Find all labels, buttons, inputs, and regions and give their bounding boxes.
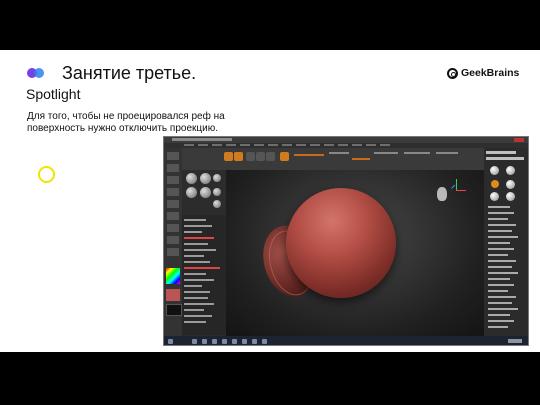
alpha-icon[interactable] <box>200 187 211 198</box>
os-taskbar <box>164 336 528 345</box>
orientation-head-icon[interactable] <box>437 187 447 201</box>
texture-swatch[interactable] <box>166 304 182 316</box>
color-picker[interactable] <box>166 268 180 284</box>
app-screenshot <box>163 136 529 346</box>
spotlight-menu <box>182 215 226 335</box>
viewport-canvas[interactable] <box>226 170 484 336</box>
tool-thumb-icon[interactable] <box>506 192 515 201</box>
scale-button[interactable] <box>256 152 265 161</box>
taskbar-clock <box>508 339 522 343</box>
rgb-intensity-slider[interactable] <box>294 154 324 156</box>
top-toolbar <box>164 148 528 171</box>
brush-icon[interactable] <box>213 174 221 182</box>
move-button[interactable] <box>246 152 255 161</box>
title-bullet-icon <box>27 68 45 78</box>
taskbar-app-icon[interactable] <box>192 339 197 344</box>
taskbar-app-icon[interactable] <box>202 339 207 344</box>
geekbrains-logo-icon <box>447 67 458 79</box>
slide-subtitle: Spotlight <box>26 86 81 102</box>
axis-z-icon <box>451 184 459 193</box>
taskbar-app-icon[interactable] <box>212 339 217 344</box>
tool-thumb-icon[interactable] <box>490 166 499 175</box>
rotate-button[interactable] <box>266 152 275 161</box>
spotlight-highlight-ring <box>38 166 55 183</box>
taskbar-app-icon[interactable] <box>242 339 247 344</box>
brush-icon[interactable] <box>186 173 197 184</box>
brand-logo: GeekBrains <box>447 67 519 79</box>
left-shelf <box>164 148 182 336</box>
stroke-icon[interactable] <box>186 187 197 198</box>
slide: Занятие третье. GeekBrains Spotlight Для… <box>0 50 540 352</box>
taskbar-app-icon[interactable] <box>222 339 227 344</box>
draw-button[interactable] <box>234 152 243 161</box>
material-swatch[interactable] <box>166 289 180 301</box>
brand-name: GeekBrains <box>461 67 520 79</box>
start-icon[interactable] <box>168 339 173 344</box>
tool-thumb-icon[interactable] <box>491 180 499 188</box>
tool-thumb-icon[interactable] <box>490 192 499 201</box>
close-icon[interactable] <box>514 138 524 142</box>
material-icon[interactable] <box>213 200 221 208</box>
taskbar-app-icon[interactable] <box>262 339 267 344</box>
edit-button[interactable] <box>224 152 233 161</box>
texture-icon[interactable] <box>213 188 221 196</box>
taskbar-app-icon[interactable] <box>232 339 237 344</box>
slide-description: Для того, чтобы не проецировался реф на … <box>27 111 225 134</box>
z-intensity-slider[interactable] <box>352 158 370 160</box>
sculpt-sphere <box>286 188 396 298</box>
tool-thumb-icon[interactable] <box>506 180 515 189</box>
tool-palette <box>484 148 528 336</box>
slide-title: Занятие третье. <box>62 63 197 83</box>
taskbar-app-icon[interactable] <box>252 339 257 344</box>
mrgb-button[interactable] <box>280 152 289 161</box>
brush-icon[interactable] <box>200 173 211 184</box>
tool-thumb-icon[interactable] <box>506 166 515 175</box>
